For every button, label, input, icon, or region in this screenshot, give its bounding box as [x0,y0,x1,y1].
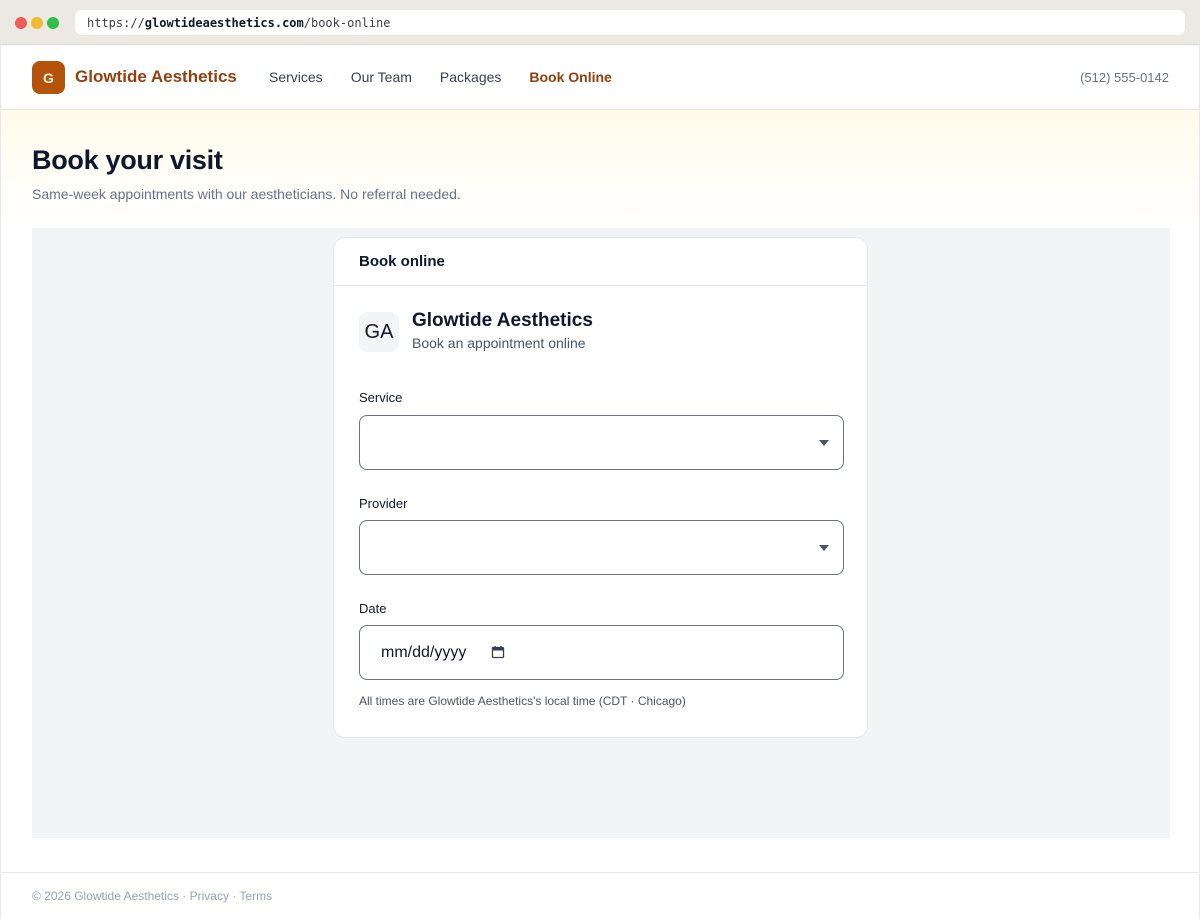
minimize-window-button[interactable] [31,17,43,29]
url-scheme: https:// [87,15,145,30]
browser-chrome: https://glowtideaesthetics.com/book-onli… [0,0,1200,45]
phone-number[interactable]: (512) 555-0142 [1080,70,1169,85]
business-tagline: Book an appointment online [412,335,586,351]
footer-privacy-link[interactable]: Privacy [190,889,229,903]
url-domain: glowtideaesthetics.com [144,15,304,30]
nav-packages[interactable]: Packages [440,69,501,85]
business-avatar: GA [359,312,399,352]
nav-our-team[interactable]: Our Team [351,69,412,85]
site-footer: © 2026 Glowtide Aesthetics · Privacy · T… [1,872,1199,919]
site-header: G Glowtide Aesthetics Services Our Team … [1,45,1199,110]
booking-card-title: Book online [334,238,867,286]
nav-services[interactable]: Services [269,69,323,85]
main-nav: Services Our Team Packages Book Online [269,69,612,85]
brand-name[interactable]: Glowtide Aesthetics [75,67,237,87]
calendar-icon[interactable] [491,645,505,659]
logo-icon[interactable]: G [32,61,65,94]
page-title: Book your visit [32,145,223,175]
timezone-note: All times are Glowtide Aesthetics's loca… [359,694,686,708]
nav-book-online[interactable]: Book Online [529,69,611,85]
date-placeholder: mm/dd/yyyy [381,644,467,661]
service-label: Service [359,390,403,405]
booking-widget-area: Book online GA Glowtide Aesthetics Book … [32,228,1170,838]
page-frame: G Glowtide Aesthetics Services Our Team … [0,45,1200,919]
date-input[interactable]: mm/dd/yyyy [359,625,844,680]
maximize-window-button[interactable] [47,17,59,29]
chevron-down-icon [819,440,829,446]
hero: Book your visit Same-week appointments w… [1,110,1199,230]
date-label: Date [359,601,387,616]
chevron-down-icon [819,545,829,551]
footer-separator: · [178,889,190,903]
business-name: Glowtide Aesthetics [412,310,593,331]
booking-card: Book online GA Glowtide Aesthetics Book … [333,237,868,738]
footer-separator: · [228,889,240,903]
address-bar[interactable]: https://glowtideaesthetics.com/book-onli… [75,10,1185,35]
page-subtitle: Same-week appointments with our aestheti… [32,186,461,202]
provider-select[interactable] [359,520,844,575]
provider-label: Provider [359,496,408,511]
close-window-button[interactable] [15,17,27,29]
business-info: GA Glowtide Aesthetics Book an appointme… [359,310,593,352]
service-select[interactable] [359,415,844,470]
url-path: /book-online [303,15,391,30]
footer-copyright: © 2026 Glowtide Aesthetics [32,889,179,903]
footer-terms-link[interactable]: Terms [239,889,272,903]
